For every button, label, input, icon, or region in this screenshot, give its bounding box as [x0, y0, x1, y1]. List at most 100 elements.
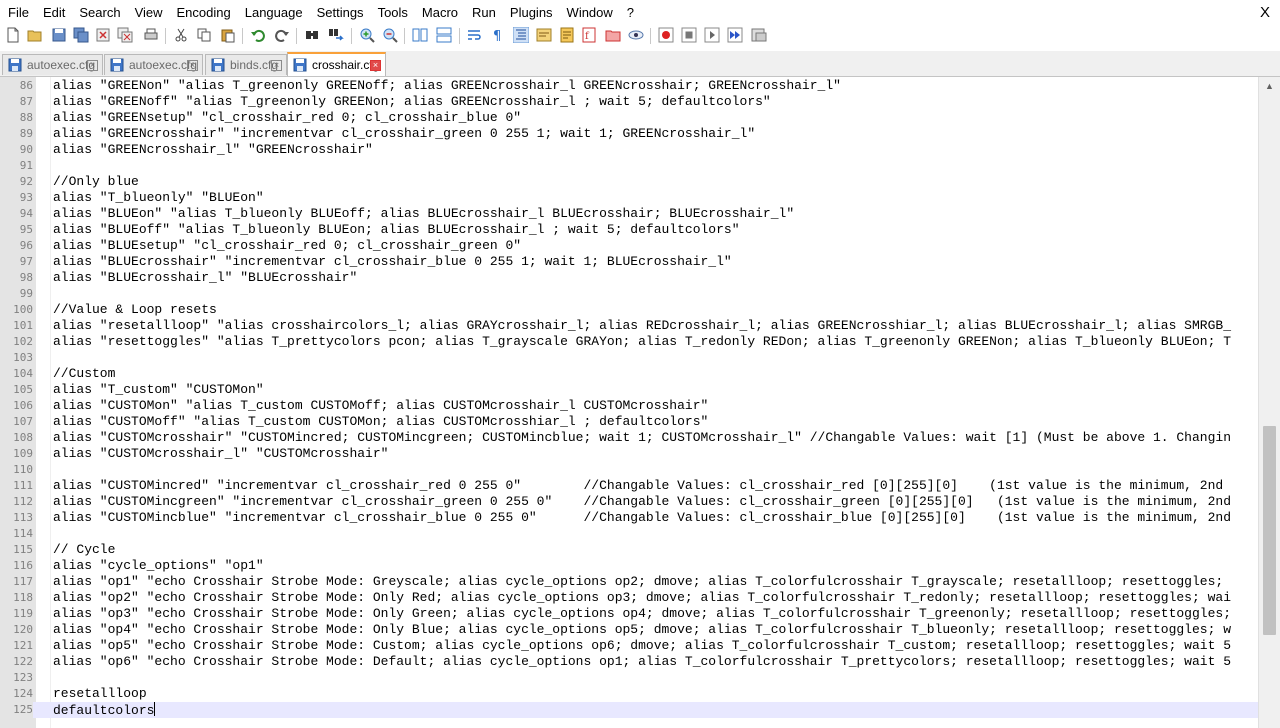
- zoom-in-button[interactable]: [358, 27, 376, 45]
- line-text[interactable]: alias "op5" "echo Crosshair Strobe Mode:…: [53, 638, 1231, 654]
- line-text[interactable]: alias "CUSTOMincred" "incrementvar cl_cr…: [53, 478, 1223, 494]
- code-line[interactable]: 89 alias "GREENcrosshair" "incrementvar c…: [0, 126, 1258, 142]
- menu-macro[interactable]: Macro: [415, 2, 465, 24]
- tab-close-icon[interactable]: ×: [370, 59, 381, 71]
- undo-button[interactable]: [249, 27, 267, 45]
- code-line[interactable]: 93 alias "T_blueonly" "BLUEon": [0, 190, 1258, 206]
- menu-window[interactable]: Window: [560, 2, 620, 24]
- line-text[interactable]: alias "cycle_options" "op1": [53, 558, 264, 574]
- code-line[interactable]: 95 alias "BLUEoff" "alias T_blueonly BLUE…: [0, 222, 1258, 238]
- menu-tools[interactable]: Tools: [371, 2, 415, 24]
- zoom-out-button[interactable]: [381, 27, 399, 45]
- line-text[interactable]: alias "op3" "echo Crosshair Strobe Mode:…: [53, 606, 1231, 622]
- scroll-up-arrow-icon[interactable]: ▲: [1259, 77, 1280, 94]
- code-line[interactable]: 121 alias "op5" "echo Crosshair Strobe Mo…: [0, 638, 1258, 654]
- editor[interactable]: 86 alias "GREENon" "alias T_greenonly GRE…: [0, 77, 1280, 728]
- menu-encoding[interactable]: Encoding: [170, 2, 238, 24]
- function-list-button[interactable]: f: [580, 27, 598, 45]
- tab-autoexec-cfg[interactable]: autoexec.cfg ×: [104, 54, 203, 75]
- menu-settings[interactable]: Settings: [310, 2, 371, 24]
- code-line[interactable]: 90 alias "GREENcrosshair_l" "GREENcrossha…: [0, 142, 1258, 158]
- line-text[interactable]: alias "BLUEcrosshair_l" "BLUEcrosshair": [53, 270, 357, 286]
- code-line[interactable]: 125 defaultcolors: [0, 702, 1258, 718]
- line-text[interactable]: alias "CUSTOMoff" "alias T_custom CUSTOM…: [53, 414, 708, 430]
- code-line[interactable]: 88 alias "GREENsetup" "cl_crosshair_red 0…: [0, 110, 1258, 126]
- open-file-button[interactable]: [26, 27, 44, 45]
- print-button[interactable]: [142, 27, 160, 45]
- line-text[interactable]: alias "GREENcrosshair" "incrementvar cl_…: [53, 126, 755, 142]
- line-text[interactable]: alias "op2" "echo Crosshair Strobe Mode:…: [53, 590, 1231, 606]
- line-text[interactable]: alias "op4" "echo Crosshair Strobe Mode:…: [53, 622, 1231, 638]
- paste-button[interactable]: [219, 27, 237, 45]
- word-wrap-button[interactable]: [466, 27, 484, 45]
- menu-view[interactable]: View: [128, 2, 170, 24]
- menu-plugins[interactable]: Plugins: [503, 2, 560, 24]
- line-text[interactable]: //Value & Loop resets: [53, 302, 217, 318]
- sync-vertical-button[interactable]: [411, 27, 429, 45]
- code-line[interactable]: 122 alias "op6" "echo Crosshair Strobe Mo…: [0, 654, 1258, 670]
- code-line[interactable]: 99: [0, 286, 1258, 302]
- close-all-button[interactable]: [116, 27, 134, 45]
- tab-close-icon[interactable]: ×: [271, 59, 282, 71]
- monitoring-button[interactable]: [627, 27, 645, 45]
- code-line[interactable]: 102 alias "resettoggles" "alias T_prettyc…: [0, 334, 1258, 350]
- playback-macro-button[interactable]: [703, 27, 721, 45]
- close-button[interactable]: [94, 27, 112, 45]
- scrollbar-thumb[interactable]: [1263, 426, 1276, 635]
- line-text[interactable]: alias "CUSTOMon" "alias T_custom CUSTOMo…: [53, 398, 708, 414]
- code-line[interactable]: 101 alias "resetallloop" "alias crosshair…: [0, 318, 1258, 334]
- run-macro-multiple-button[interactable]: [726, 27, 744, 45]
- code-line[interactable]: 109 alias "CUSTOMcrosshair_l" "CUSTOMcros…: [0, 446, 1258, 462]
- code-line[interactable]: 103: [0, 350, 1258, 366]
- save-button[interactable]: [50, 27, 68, 45]
- menu-search[interactable]: Search: [72, 2, 127, 24]
- tab-close-icon[interactable]: ×: [187, 59, 198, 71]
- line-text[interactable]: alias "CUSTOMcrosshair" "CUSTOMincred; C…: [53, 430, 1231, 446]
- redo-button[interactable]: [273, 27, 291, 45]
- code-line[interactable]: 115 // Cycle: [0, 542, 1258, 558]
- line-text[interactable]: alias "T_blueonly" "BLUEon": [53, 190, 264, 206]
- code-line[interactable]: 124 resetallloop: [0, 686, 1258, 702]
- code-line[interactable]: 92 //Only blue: [0, 174, 1258, 190]
- line-text[interactable]: alias "GREENoff" "alias T_greenonly GREE…: [53, 94, 771, 110]
- line-text[interactable]: alias "T_custom" "CUSTOMon": [53, 382, 264, 398]
- code-line[interactable]: 107 alias "CUSTOMoff" "alias T_custom CUS…: [0, 414, 1258, 430]
- record-macro-button[interactable]: [657, 27, 675, 45]
- line-text[interactable]: resetallloop: [53, 686, 147, 702]
- close-document-button[interactable]: X: [1260, 2, 1270, 24]
- save-all-button[interactable]: [72, 27, 90, 45]
- cut-button[interactable]: [172, 27, 190, 45]
- define-language-button[interactable]: [535, 27, 553, 45]
- document-map-button[interactable]: [558, 27, 576, 45]
- line-text[interactable]: alias "CUSTOMincblue" "incrementvar cl_c…: [53, 510, 1231, 526]
- stop-recording-button[interactable]: [680, 27, 698, 45]
- code-line[interactable]: 98 alias "BLUEcrosshair_l" "BLUEcrosshair…: [0, 270, 1258, 286]
- sync-horizontal-button[interactable]: [435, 27, 453, 45]
- line-text[interactable]: alias "resettoggles" "alias T_prettycolo…: [53, 334, 1231, 350]
- code-line[interactable]: 118 alias "op2" "echo Crosshair Strobe Mo…: [0, 590, 1258, 606]
- line-text[interactable]: alias "CUSTOMincgreen" "incrementvar cl_…: [53, 494, 1231, 510]
- indent-guide-button[interactable]: [512, 26, 530, 45]
- code-line[interactable]: 86 alias "GREENon" "alias T_greenonly GRE…: [0, 78, 1258, 94]
- code-line[interactable]: 113 alias "CUSTOMincblue" "incrementvar c…: [0, 510, 1258, 526]
- tab-binds-cfg[interactable]: binds.cfg ×: [205, 54, 287, 75]
- menu-help[interactable]: ?: [620, 2, 641, 24]
- save-macro-button[interactable]: [750, 27, 768, 45]
- menu-run[interactable]: Run: [465, 2, 503, 24]
- code-line[interactable]: 106 alias "CUSTOMon" "alias T_custom CUST…: [0, 398, 1258, 414]
- code-line[interactable]: 120 alias "op4" "echo Crosshair Strobe Mo…: [0, 622, 1258, 638]
- code-line[interactable]: 123: [0, 670, 1258, 686]
- code-line[interactable]: 91: [0, 158, 1258, 174]
- line-text[interactable]: alias "GREENsetup" "cl_crosshair_red 0; …: [53, 110, 521, 126]
- tab-close-icon[interactable]: ×: [87, 59, 98, 71]
- code-line[interactable]: 112 alias "CUSTOMincgreen" "incrementvar …: [0, 494, 1258, 510]
- line-text[interactable]: alias "op1" "echo Crosshair Strobe Mode:…: [53, 574, 1231, 590]
- new-file-button[interactable]: [4, 27, 22, 45]
- code-line[interactable]: 111 alias "CUSTOMincred" "incrementvar cl…: [0, 478, 1258, 494]
- menu-edit[interactable]: Edit: [36, 2, 72, 24]
- line-text[interactable]: defaultcolors: [53, 702, 156, 719]
- code-line[interactable]: 105 alias "T_custom" "CUSTOMon": [0, 382, 1258, 398]
- line-text[interactable]: alias "BLUEon" "alias T_blueonly BLUEoff…: [53, 206, 794, 222]
- folder-as-workspace-button[interactable]: [604, 27, 622, 45]
- line-text[interactable]: //Only blue: [53, 174, 139, 190]
